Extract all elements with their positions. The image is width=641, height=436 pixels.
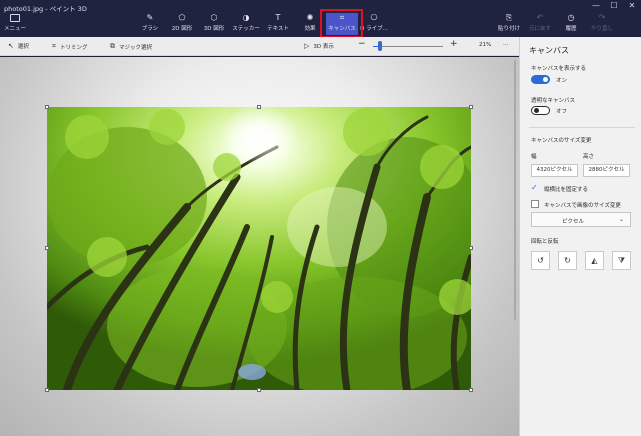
resize-canvas-title: キャンバスのサイズ変更 — [531, 138, 592, 144]
canvas-image[interactable] — [47, 107, 471, 390]
resize-handle-bottom[interactable] — [257, 388, 261, 392]
paste-label: 貼り付け — [497, 26, 520, 32]
width-input[interactable]: 4320ピクセル — [531, 164, 578, 177]
tool-text[interactable]: T テキスト — [262, 13, 294, 35]
resize-handle-left[interactable] — [45, 246, 49, 250]
tool-label: 2D 図形 — [171, 26, 193, 32]
canvas-panel: キャンバス キャンバスを表示する オン 透明なキャンバス オフ キャンバスのサイ… — [519, 37, 641, 436]
history-label: 履歴 — [565, 26, 577, 32]
brush-icon: ✎ — [146, 13, 154, 22]
minimize-button[interactable]: — — [587, 0, 605, 12]
unit-value: ピクセル — [562, 219, 585, 225]
tool-label: ブラシ — [141, 26, 159, 32]
tool-label: 3D 図形 — [203, 26, 225, 32]
3d-view-toggle[interactable]: ▷ 3D 表示 — [304, 42, 334, 50]
zoom-slider-track[interactable] — [373, 46, 443, 47]
redo-button[interactable]: ↷ やり直し — [587, 13, 617, 35]
select-label: 選択 — [17, 44, 29, 50]
sticker-icon: ◑ — [242, 13, 250, 22]
flip-horizontal-button[interactable]: ◭ — [585, 251, 604, 270]
rotate-right-icon: ↻ — [564, 256, 571, 265]
more-options-button[interactable]: ··· — [503, 42, 508, 48]
lock-aspect-checkbox[interactable]: ✓ — [531, 184, 539, 192]
menu-button[interactable]: メニュー — [4, 14, 26, 34]
tool-3d-shapes[interactable]: ⬡ 3D 図形 — [198, 13, 230, 35]
text-icon: T — [275, 13, 281, 22]
resize-handle-top-right[interactable] — [469, 105, 473, 109]
rotate-flip-title: 回転と反転 — [531, 239, 559, 245]
transparent-canvas-toggle[interactable] — [531, 106, 550, 115]
maximize-button[interactable]: ☐ — [605, 0, 623, 12]
zoom-in-button[interactable]: + — [450, 39, 458, 49]
paste-button[interactable]: ⎘ 貼り付け — [494, 13, 524, 35]
width-label: 幅 — [531, 154, 537, 160]
tool-2d-shapes[interactable]: ⬠ 2D 図形 — [166, 13, 198, 35]
show-canvas-toggle[interactable] — [531, 75, 550, 84]
show-canvas-label: キャンバスを表示する — [531, 66, 587, 72]
tool-label: ステッカー — [232, 26, 260, 32]
resize-image-checkbox[interactable] — [531, 200, 539, 208]
undo-button[interactable]: ↶ 元に戻す — [525, 13, 555, 35]
tool-sticker[interactable]: ◑ ステッカー — [230, 13, 262, 35]
crop-label: トリミング — [59, 44, 88, 51]
magic-select-icon: ⧉ — [110, 42, 115, 50]
toggle-knob — [543, 77, 548, 82]
folder-icon — [10, 14, 20, 22]
toggle-knob — [534, 108, 539, 113]
resize-handle-right[interactable] — [469, 246, 473, 250]
unit-dropdown[interactable]: ピクセル ⌄ — [531, 212, 631, 227]
transparent-canvas-state: オフ — [556, 109, 568, 115]
rotate-left-button[interactable]: ↺ — [531, 251, 550, 270]
2d-shapes-icon: ⬠ — [178, 13, 186, 22]
resize-handle-bottom-right[interactable] — [469, 388, 473, 392]
select-button[interactable]: ↖ 選択 — [8, 42, 29, 50]
show-canvas-state: オン — [556, 78, 568, 84]
secondary-toolbar: ↖ 選択 ⌗ トリミング ⧉ マジック選択 ▷ 3D 表示 − + 21% ··… — [0, 37, 519, 56]
window-controls: — ☐ ✕ — [587, 0, 641, 12]
zoom-percent: 21% — [479, 42, 492, 48]
redo-label: やり直し — [590, 26, 613, 32]
tool-brush[interactable]: ✎ ブラシ — [134, 13, 166, 35]
panel-title: キャンバス — [529, 46, 569, 55]
tool-label: テキスト — [267, 26, 289, 32]
resize-handle-bottom-left[interactable] — [45, 388, 49, 392]
height-label: 高さ — [583, 154, 595, 160]
divider — [529, 127, 635, 128]
resize-image-label: キャンバスで画像のサイズ変更 — [544, 203, 621, 209]
flip-vertical-button[interactable]: ⧩ — [612, 251, 631, 270]
undo-icon: ↶ — [536, 13, 544, 22]
3d-view-icon: ▷ — [304, 42, 310, 50]
history-button[interactable]: ◷ 履歴 — [556, 13, 586, 35]
paste-icon: ⎘ — [505, 13, 513, 22]
close-button[interactable]: ✕ — [623, 0, 641, 12]
crop-button[interactable]: ⌗ トリミング — [52, 42, 87, 51]
resize-handle-top-left[interactable] — [45, 105, 49, 109]
vertical-scrollbar[interactable] — [514, 60, 516, 320]
rotate-left-icon: ↺ — [537, 256, 544, 265]
canvas-tool-highlight-box — [320, 9, 363, 38]
lock-aspect-label: 縦横比を固定する — [544, 187, 589, 193]
undo-label: 元に戻す — [528, 26, 551, 32]
height-input[interactable]: 2880ピクセル — [583, 164, 630, 177]
zoom-slider-thumb[interactable] — [378, 41, 382, 51]
3d-shapes-icon: ⬡ — [210, 13, 218, 22]
history-icon: ◷ — [567, 13, 575, 22]
forest-photo — [47, 107, 471, 390]
window-title: photo01.jpg - ペイント 3D — [4, 5, 87, 13]
magic-select-label: マジック選択 — [119, 44, 153, 51]
chevron-down-icon: ⌄ — [618, 216, 624, 223]
menu-label: メニュー — [4, 26, 27, 32]
redo-icon: ↷ — [598, 13, 606, 22]
flip-horizontal-icon: ◭ — [591, 256, 598, 265]
top-toolbar: photo01.jpg - ペイント 3D — ☐ ✕ メニュー ✎ ブラシ ⬠… — [0, 0, 641, 38]
select-arrow-icon: ↖ — [8, 42, 14, 50]
magic-select-button[interactable]: ⧉ マジック選択 — [110, 42, 152, 51]
3d-view-label: 3D 表示 — [313, 44, 334, 50]
rotate-right-button[interactable]: ↻ — [558, 251, 577, 270]
zoom-out-button[interactable]: − — [358, 39, 366, 49]
flip-vertical-icon: ⧩ — [617, 256, 626, 265]
transparent-canvas-label: 透明なキャンバス — [531, 98, 576, 104]
resize-handle-top[interactable] — [257, 105, 261, 109]
crop-icon: ⌗ — [52, 42, 56, 50]
